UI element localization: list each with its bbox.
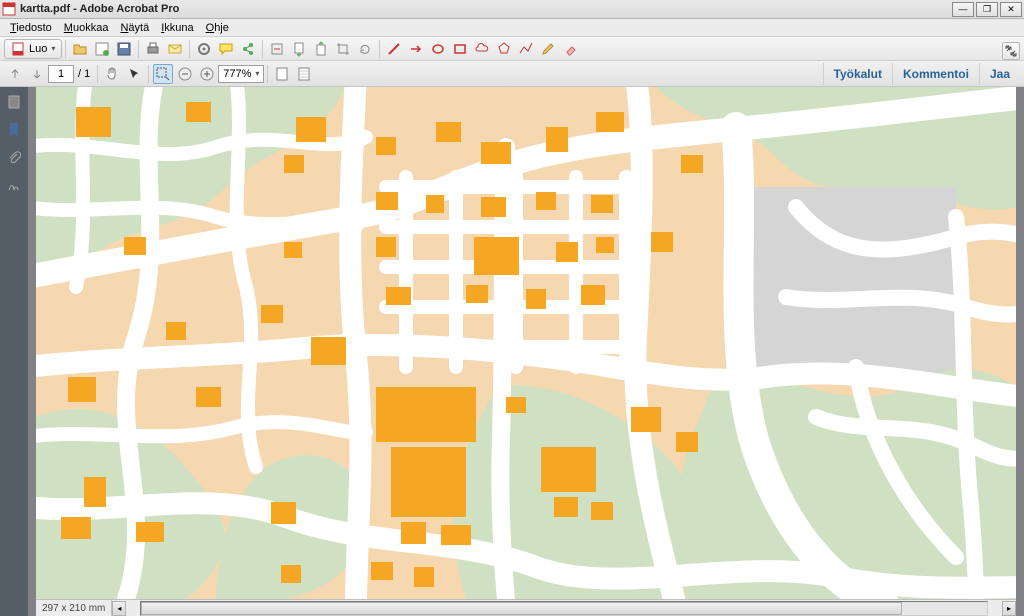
menubar: Tiedosto Muokkaa Näytä Ikkuna Ohje <box>0 19 1024 37</box>
share-button[interactable] <box>238 39 258 59</box>
close-button[interactable]: ✕ <box>1000 2 1022 17</box>
rect-tool-button[interactable] <box>450 39 470 59</box>
fit-width-button[interactable] <box>294 64 314 84</box>
navigation-sidebar <box>0 87 28 616</box>
menu-window[interactable]: Ikkuna <box>155 21 199 35</box>
arrow-tool-button[interactable] <box>406 39 426 59</box>
page-number-input[interactable] <box>48 65 74 83</box>
fit-page-button[interactable] <box>272 64 292 84</box>
attachments-panel-button[interactable] <box>5 149 23 167</box>
pdf-icon <box>2 2 16 16</box>
scroll-left-button[interactable]: ◂ <box>112 601 126 616</box>
page-dimensions-label: 297 x 210 mm <box>36 600 112 616</box>
zoom-level-dropdown[interactable]: 777%▾ <box>218 65 264 83</box>
bookmarks-panel-button[interactable] <box>5 121 23 139</box>
page-down-button[interactable] <box>289 39 309 59</box>
line-tool-button[interactable] <box>384 39 404 59</box>
eraser-tool-button[interactable] <box>560 39 580 59</box>
thumbnails-panel-button[interactable] <box>5 93 23 111</box>
page-up-button[interactable] <box>311 39 331 59</box>
maximize-button[interactable]: ❐ <box>976 2 998 17</box>
document-area[interactable]: 297 x 210 mm ◂ ▸ <box>28 87 1024 616</box>
navigation-toolbar: / 1 777%▾ Työkalut Kommentoi Jaa <box>0 61 1024 87</box>
crop-button[interactable] <box>333 39 353 59</box>
expand-toolbar-button[interactable] <box>1002 42 1020 60</box>
save-button[interactable] <box>114 39 134 59</box>
prev-page-button[interactable] <box>5 64 25 84</box>
create-pdf-icon <box>11 42 25 56</box>
polygon-tool-button[interactable] <box>494 39 514 59</box>
pencil-tool-button[interactable] <box>538 39 558 59</box>
save-new-button[interactable] <box>92 39 112 59</box>
chevron-down-icon: ▾ <box>51 44 55 53</box>
polyline-tool-button[interactable] <box>516 39 536 59</box>
next-page-button[interactable] <box>27 64 47 84</box>
scroll-thumb[interactable] <box>141 602 902 615</box>
cloud-tool-button[interactable] <box>472 39 492 59</box>
scroll-right-button[interactable]: ▸ <box>1002 601 1016 616</box>
menu-file[interactable]: Tiedosto <box>4 21 58 35</box>
titlebar: kartta.pdf - Adobe Acrobat Pro — ❐ ✕ <box>0 0 1024 19</box>
select-tool-button[interactable] <box>124 64 144 84</box>
comment-button[interactable] <box>216 39 236 59</box>
menu-edit[interactable]: Muokkaa <box>58 21 115 35</box>
rotate-button[interactable] <box>355 39 375 59</box>
share-panel-link[interactable]: Jaa <box>979 63 1020 85</box>
zoom-out-button[interactable] <box>175 64 195 84</box>
menu-view[interactable]: Näytä <box>114 21 155 35</box>
menu-help[interactable]: Ohje <box>200 21 235 35</box>
page-total-label: / 1 <box>74 68 94 80</box>
marquee-zoom-button[interactable] <box>153 64 173 84</box>
oval-tool-button[interactable] <box>428 39 448 59</box>
chevron-down-icon: ▾ <box>255 69 259 78</box>
window-title: kartta.pdf - Adobe Acrobat Pro <box>20 3 950 15</box>
map-content[interactable] <box>36 87 1016 599</box>
hand-tool-button[interactable] <box>102 64 122 84</box>
horizontal-scrollbar: 297 x 210 mm ◂ ▸ <box>36 599 1016 616</box>
email-button[interactable] <box>165 39 185 59</box>
scroll-track[interactable] <box>140 601 988 616</box>
open-button[interactable] <box>70 39 90 59</box>
zoom-in-button[interactable] <box>197 64 217 84</box>
expand-icon <box>1005 45 1017 57</box>
print-button[interactable] <box>143 39 163 59</box>
create-button[interactable]: Luo ▾ <box>4 39 62 59</box>
settings-button[interactable] <box>194 39 214 59</box>
signatures-panel-button[interactable] <box>5 177 23 195</box>
minimize-button[interactable]: — <box>952 2 974 17</box>
main-toolbar: Luo ▾ <box>0 37 1024 61</box>
stamp-button[interactable] <box>267 39 287 59</box>
tools-panel-link[interactable]: Työkalut <box>823 63 892 85</box>
comment-panel-link[interactable]: Kommentoi <box>892 63 979 85</box>
